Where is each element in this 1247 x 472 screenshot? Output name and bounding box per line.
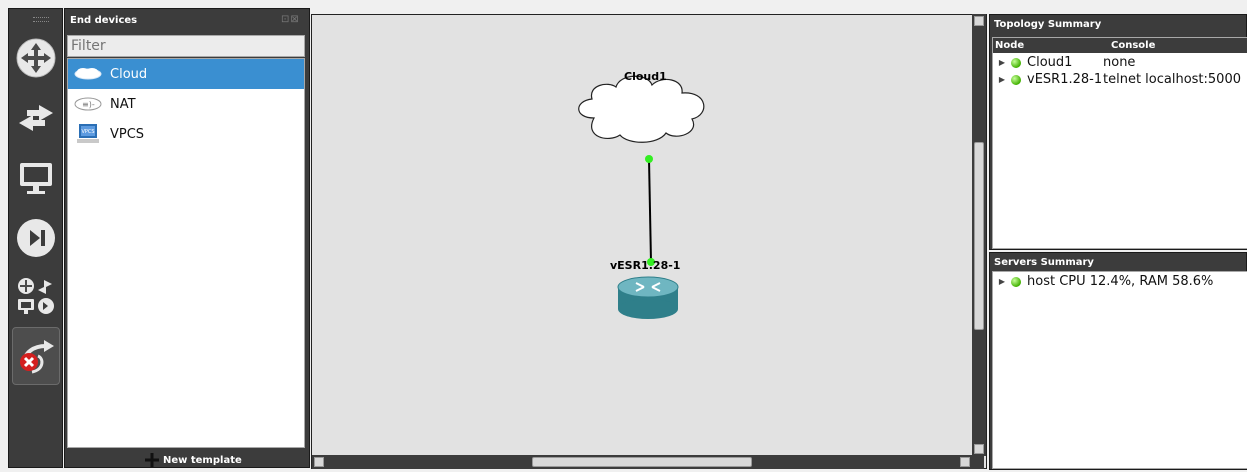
topology-summary-tree[interactable]: Node Console ▶ Cloud1 none ▶ vESR1.28-1 … <box>992 37 1247 249</box>
nat-icon: ≡)- <box>72 97 104 111</box>
filter-input[interactable] <box>67 35 305 57</box>
toolbar-grip[interactable] <box>33 17 49 22</box>
scroll-up-arrow[interactable] <box>974 16 984 26</box>
routers-icon <box>16 38 56 78</box>
svg-text:VPCS: VPCS <box>82 129 95 135</box>
canvas-vertical-scrollbar[interactable] <box>972 14 986 456</box>
all-devices-button[interactable] <box>12 267 60 325</box>
switches-button[interactable] <box>12 89 60 147</box>
device-item-label: Cloud <box>110 66 148 82</box>
svg-text:≡)-: ≡)- <box>82 100 95 109</box>
new-template-label: New template <box>163 454 242 466</box>
status-led-icon <box>1011 276 1021 287</box>
server-row-host[interactable]: ▶ host CPU 12.4%, RAM 58.6% <box>995 274 1213 289</box>
node-label-vesr[interactable]: vESR1.28-1 <box>610 259 680 272</box>
cloud-node-shape[interactable] <box>578 75 705 143</box>
expand-caret-icon[interactable]: ▶ <box>995 277 1009 286</box>
plus-icon <box>145 453 159 467</box>
scroll-down-arrow[interactable] <box>974 444 984 454</box>
topology-summary-title: Topology Summary <box>994 19 1102 30</box>
scroll-left-arrow[interactable] <box>314 457 324 467</box>
device-item-label: NAT <box>110 96 136 112</box>
node-name: vESR1.28-1 <box>1027 72 1103 87</box>
scroll-right-arrow[interactable] <box>960 457 970 467</box>
node-label-cloud1[interactable]: Cloud1 <box>624 70 667 83</box>
end-devices-button[interactable] <box>12 149 60 207</box>
link-cloud1-vesr[interactable] <box>648 158 652 263</box>
tree-header: Node Console <box>993 38 1247 53</box>
device-item-vpcs[interactable]: VPCS VPCS <box>68 119 304 149</box>
security-devices-icon <box>17 219 55 257</box>
security-devices-button[interactable] <box>12 209 60 267</box>
new-template-button[interactable]: New template <box>145 453 242 467</box>
column-header-node[interactable]: Node <box>995 40 1024 51</box>
routers-button[interactable] <box>12 29 60 87</box>
topology-row-vesr[interactable]: ▶ vESR1.28-1 telnet localhost:5000 <box>995 72 1241 87</box>
device-item-label: VPCS <box>110 126 145 142</box>
servers-summary-dock: Servers Summary ▶ host CPU 12.4%, RAM 58… <box>989 252 1247 470</box>
topology-drawing <box>578 75 705 319</box>
dock-title: End devices <box>70 15 138 26</box>
router-node-shape[interactable] <box>617 276 679 319</box>
expand-caret-icon[interactable]: ▶ <box>995 75 1009 84</box>
servers-summary-title: Servers Summary <box>994 257 1094 268</box>
status-led-icon <box>1011 57 1021 68</box>
switches-icon <box>19 105 53 131</box>
server-status-text: host CPU 12.4%, RAM 58.6% <box>1027 274 1214 289</box>
end-devices-dock: End devices ⊡⊠ Cloud ≡)- NAT VPCS VPCS N… <box>64 8 310 468</box>
node-name: Cloud1 <box>1027 55 1073 70</box>
column-header-console[interactable]: Console <box>1111 40 1155 51</box>
node-console: telnet localhost:5000 <box>1103 72 1241 87</box>
cloud-icon <box>72 67 104 81</box>
topology-canvas[interactable]: Cloud1 vESR1.28-1 <box>311 14 987 469</box>
dock-float-close-controls[interactable]: ⊡⊠ <box>281 14 300 25</box>
add-link-icon <box>20 340 54 374</box>
all-devices-icon <box>18 278 54 314</box>
vpcs-icon: VPCS <box>72 122 104 146</box>
end-devices-icon <box>20 163 52 194</box>
status-led-icon <box>1011 74 1021 85</box>
device-item-cloud[interactable]: Cloud <box>68 59 304 89</box>
device-type-toolbar <box>8 8 63 468</box>
expand-caret-icon[interactable]: ▶ <box>995 58 1009 67</box>
canvas-horizontal-scrollbar[interactable] <box>312 455 984 469</box>
vertical-scroll-thumb[interactable] <box>974 142 984 330</box>
horizontal-scroll-thumb[interactable] <box>532 457 752 467</box>
topology-summary-dock: Topology Summary Node Console ▶ Cloud1 n… <box>989 14 1247 250</box>
servers-summary-tree[interactable]: ▶ host CPU 12.4%, RAM 58.6% <box>992 271 1247 469</box>
link-status-dot-cloud1 <box>645 155 653 163</box>
device-item-nat[interactable]: ≡)- NAT <box>68 89 304 119</box>
add-link-button[interactable] <box>12 327 60 385</box>
node-console: none <box>1103 55 1136 70</box>
topology-row-cloud1[interactable]: ▶ Cloud1 none <box>995 55 1136 70</box>
device-list[interactable]: Cloud ≡)- NAT VPCS VPCS <box>67 58 305 448</box>
